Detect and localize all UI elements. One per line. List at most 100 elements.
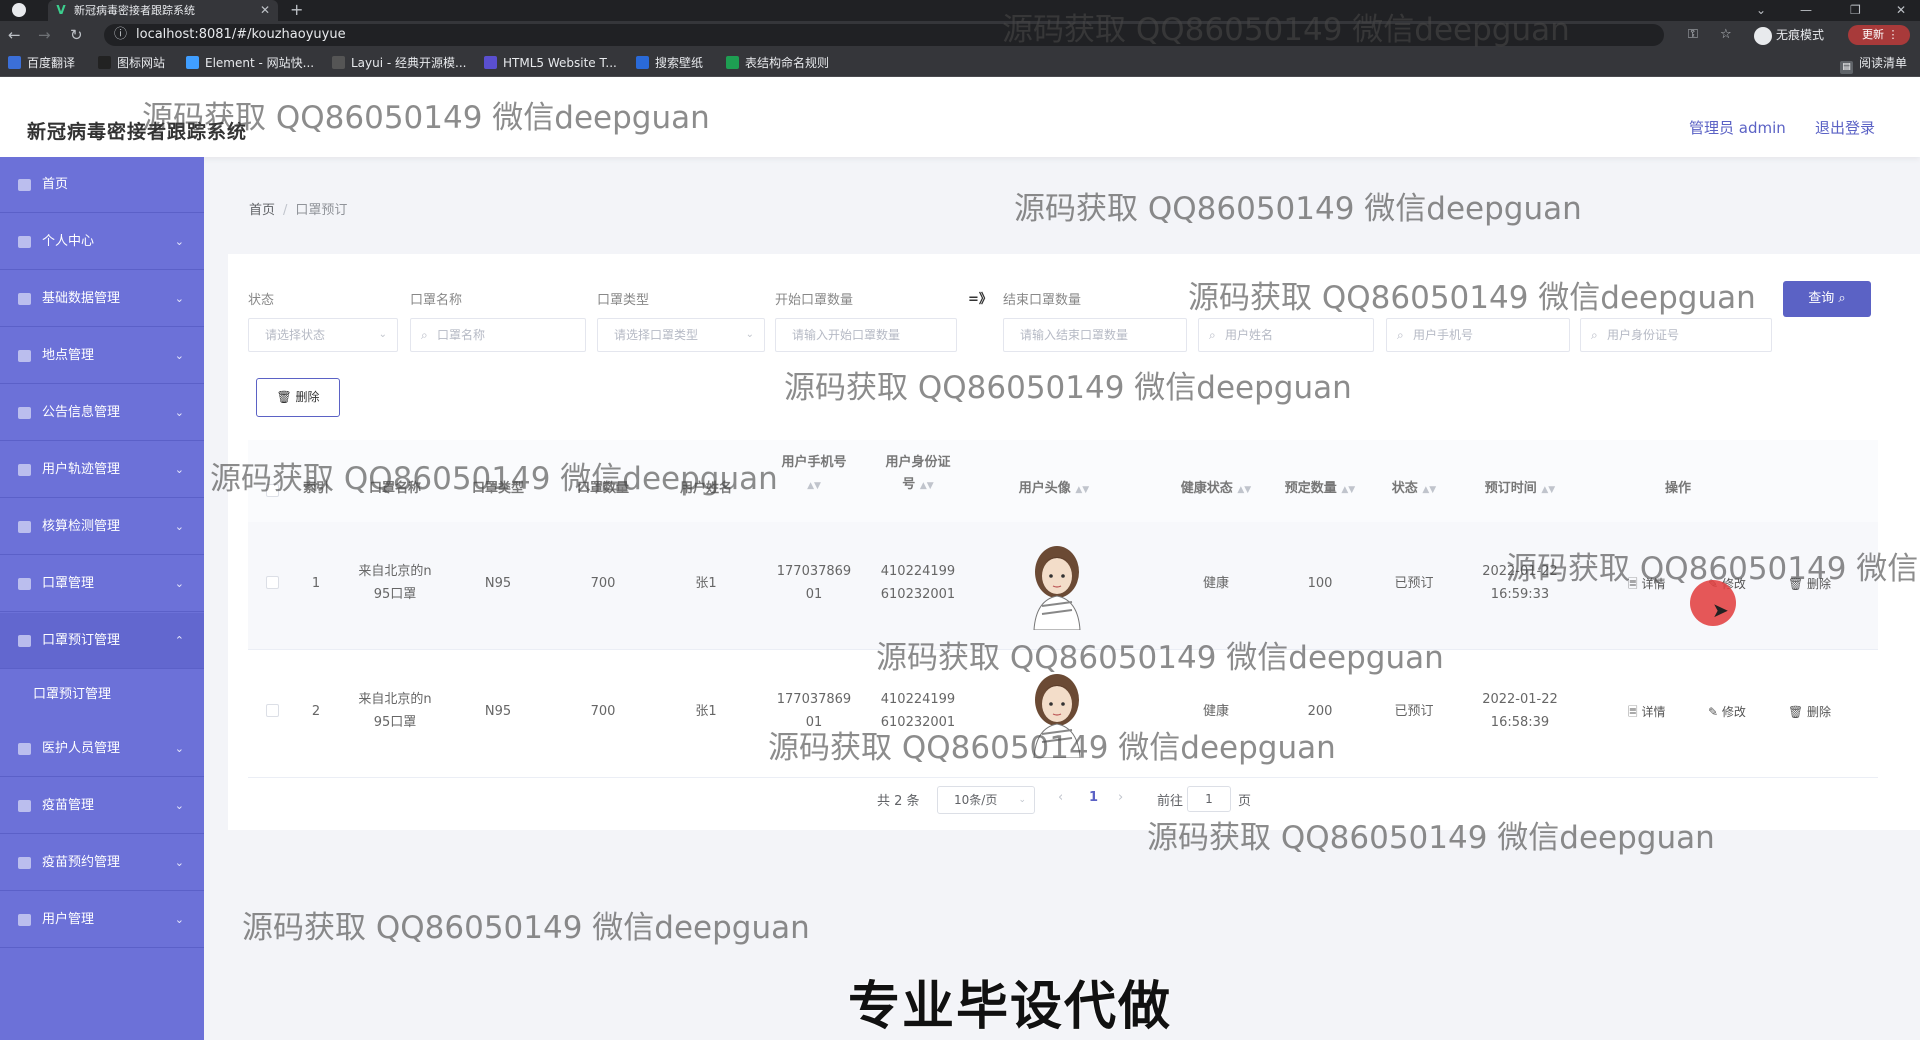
sidebar-item[interactable]: 公告信息管理 ⌄ bbox=[0, 385, 204, 441]
sidebar-item-label: 疫苗管理 bbox=[42, 798, 95, 813]
cell-time: 2022-01-22 bbox=[1482, 692, 1558, 707]
col-user-id-label: 用户身份证 bbox=[885, 455, 951, 470]
user-phone-input[interactable]: ⌕ 用户手机号 bbox=[1386, 318, 1570, 352]
start-qty-input[interactable]: 请输入开始口罩数量 bbox=[775, 318, 957, 352]
status-select[interactable]: 请选择状态 ⌄ bbox=[248, 318, 398, 352]
bookmark-item[interactable]: HTML5 Website T... bbox=[484, 56, 617, 70]
update-label: 更新 bbox=[1862, 28, 1884, 41]
layui-icon bbox=[332, 56, 345, 69]
sidebar-item[interactable]: 首页 bbox=[0, 157, 204, 213]
query-button[interactable]: 查询 ⌕ bbox=[1783, 281, 1871, 317]
sidebar-item[interactable]: 用户轨迹管理 ⌄ bbox=[0, 442, 204, 498]
restore-icon[interactable]: ❐ bbox=[1850, 0, 1861, 20]
user-name-input[interactable]: ⌕ 用户姓名 bbox=[1198, 318, 1374, 352]
sidebar-item[interactable]: 基础数据管理 ⌄ bbox=[0, 271, 204, 327]
current-page[interactable]: 1 bbox=[1089, 790, 1098, 805]
cell-index-container: 1 bbox=[296, 572, 336, 595]
tab-search-icon[interactable]: ⌄ bbox=[1756, 0, 1766, 20]
row-checkbox[interactable] bbox=[266, 576, 279, 589]
browser-tab[interactable]: V 新冠病毒密接者跟踪系统 ✕ bbox=[48, 0, 278, 21]
cell-mask-qty: 700 bbox=[590, 576, 616, 591]
bookmark-item[interactable]: Element - 网站快... bbox=[186, 56, 314, 70]
admin-label[interactable]: 管理员 admin bbox=[1689, 117, 1786, 138]
sort-icon[interactable]: ▲▼ bbox=[1237, 485, 1251, 495]
col-book-qty[interactable]: 预定数量 ▲▼ bbox=[1274, 478, 1366, 501]
update-button[interactable]: 更新 ⋮ bbox=[1848, 25, 1910, 45]
site-info-icon[interactable]: ⓘ bbox=[114, 24, 127, 46]
bookmark-item[interactable]: 图标网站 bbox=[98, 56, 165, 70]
col-book-time[interactable]: 预订时间 ▲▼ bbox=[1470, 478, 1570, 501]
batch-delete-button[interactable]: 🗑 删除 bbox=[256, 378, 340, 417]
bookmark-item[interactable]: 百度翻译 bbox=[8, 56, 75, 70]
table-cell: 已预订 bbox=[1374, 572, 1454, 595]
col-user-id[interactable]: 用户身份证号 ▲▼ bbox=[868, 452, 968, 497]
sort-icon[interactable]: ▲▼ bbox=[1422, 485, 1436, 495]
reload-icon[interactable]: ↻ bbox=[70, 25, 83, 45]
table-cell: 张1 bbox=[656, 700, 756, 723]
breadcrumb-separator: / bbox=[283, 203, 288, 218]
prev-page-button[interactable]: ‹ bbox=[1058, 790, 1063, 805]
new-tab-button[interactable]: + bbox=[290, 0, 303, 20]
sidebar-item-label: 地点管理 bbox=[42, 348, 95, 363]
col-status[interactable]: 状态 ▲▼ bbox=[1374, 478, 1454, 501]
sort-icon[interactable]: ▲▼ bbox=[1541, 485, 1555, 495]
close-tab-icon[interactable]: ✕ bbox=[260, 0, 270, 21]
star-icon[interactable]: ☆ bbox=[1720, 25, 1732, 45]
logout-link[interactable]: 退出登录 bbox=[1815, 117, 1875, 138]
col-avatar[interactable]: 用户头像 ▲▼ bbox=[1004, 478, 1104, 501]
detail-button[interactable]: 🗏 详情 bbox=[1628, 704, 1665, 720]
cell-index: 2 bbox=[311, 704, 321, 719]
goto-page-input[interactable]: 1 bbox=[1187, 786, 1231, 812]
key-icon[interactable]: ⚿ bbox=[1688, 25, 1698, 45]
start-qty-placeholder: 请输入开始口罩数量 bbox=[792, 328, 901, 342]
next-page-button[interactable]: › bbox=[1118, 790, 1123, 805]
sidebar-item[interactable]: 用户管理 ⌄ bbox=[0, 892, 204, 948]
bookmark-item[interactable]: 表结构命名规则 bbox=[726, 56, 829, 70]
sort-icon[interactable]: ▲▼ bbox=[1341, 485, 1355, 495]
url-text: localhost:8081/#/kouzhaoyuyue bbox=[136, 27, 346, 42]
list-icon bbox=[18, 293, 31, 305]
reading-list-icon: ▤ bbox=[1840, 61, 1853, 74]
cell-phone: 177037869 bbox=[776, 692, 852, 707]
table-cell: 2022-01-22 16:58:39 bbox=[1470, 688, 1570, 734]
mask-type-filter-label: 口罩类型 bbox=[597, 293, 650, 308]
chevron-up-icon: ⌃ bbox=[174, 634, 184, 647]
close-window-icon[interactable]: ✕ bbox=[1896, 0, 1906, 20]
bookmark-label: 图标网站 bbox=[117, 56, 166, 70]
col-health[interactable]: 健康状态 ▲▼ bbox=[1170, 478, 1262, 501]
minimize-icon[interactable]: — bbox=[1800, 0, 1812, 20]
sidebar-item[interactable]: 医护人员管理 ⌄ bbox=[0, 721, 204, 777]
edit-button[interactable]: ✎ 修改 bbox=[1708, 704, 1746, 720]
reading-list-button[interactable]: ▤ 阅读清单 bbox=[1840, 56, 1907, 74]
user-id-input[interactable]: ⌕ 用户身份证号 bbox=[1580, 318, 1772, 352]
vue-icon: V bbox=[56, 3, 66, 17]
sort-icon[interactable]: ▲▼ bbox=[920, 481, 934, 491]
back-icon[interactable]: ← bbox=[8, 25, 21, 45]
sidebar-item[interactable]: 口罩管理 ⌄ bbox=[0, 556, 204, 612]
sidebar-item[interactable]: 疫苗预约管理 ⌄ bbox=[0, 835, 204, 891]
bookmark-item[interactable]: 搜索壁纸 bbox=[636, 56, 703, 70]
sort-icon[interactable]: ▲▼ bbox=[1075, 485, 1089, 495]
forward-icon[interactable]: → bbox=[38, 25, 51, 45]
sort-icon[interactable]: ▲▼ bbox=[807, 481, 821, 491]
end-qty-input[interactable]: 请输入结束口罩数量 bbox=[1003, 318, 1187, 352]
submenu-item-mask-booking[interactable]: 口罩预订管理 bbox=[0, 670, 204, 720]
sidebar-item[interactable]: 地点管理 ⌄ bbox=[0, 328, 204, 384]
sidebar-item[interactable]: 核算检测管理 ⌄ bbox=[0, 499, 204, 555]
incognito-indicator[interactable]: 无痕模式 bbox=[1754, 24, 1824, 46]
breadcrumb-home[interactable]: 首页 bbox=[249, 203, 275, 218]
sidebar-item-label: 口罩管理 bbox=[42, 576, 95, 591]
mask-name-input[interactable]: ⌕ 口罩名称 bbox=[410, 318, 586, 352]
search-icon: ⌕ bbox=[1209, 328, 1216, 342]
bookmark-item[interactable]: Layui - 经典开源模... bbox=[332, 56, 466, 70]
bookmark-label: HTML5 Website T... bbox=[503, 56, 617, 70]
delete-button[interactable]: 🗑 删除 bbox=[1788, 704, 1831, 720]
sidebar-item[interactable]: 个人中心 ⌄ bbox=[0, 214, 204, 270]
sidebar-item[interactable]: 疫苗管理 ⌄ bbox=[0, 778, 204, 834]
page-size-select[interactable]: 10条/页 ⌄ bbox=[937, 786, 1035, 814]
col-user-phone[interactable]: 用户手机号 ▲▼ bbox=[764, 452, 864, 497]
sidebar-item[interactable]: 口罩预订管理 ⌃ bbox=[0, 613, 204, 669]
row-checkbox[interactable] bbox=[266, 704, 279, 717]
mask-type-select[interactable]: 请选择口罩类型 ⌄ bbox=[597, 318, 765, 352]
users-icon bbox=[18, 914, 31, 926]
